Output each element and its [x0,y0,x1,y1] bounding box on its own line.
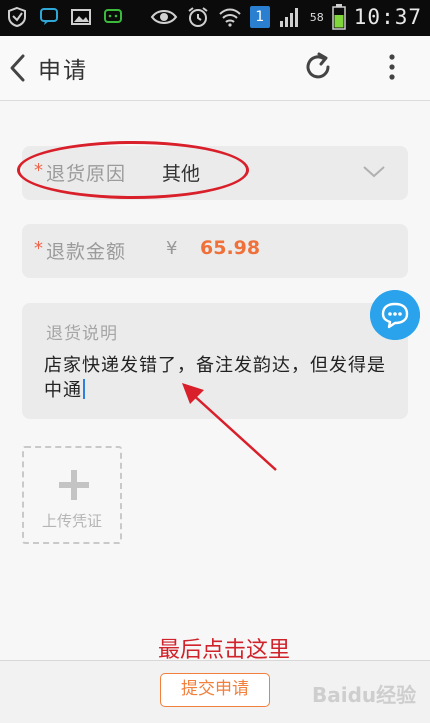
message-icon [104,9,122,23]
bottom-bar: 提交申请 Baidu经验 [0,660,430,723]
status-system-icons: 1 58 10:37 [150,4,422,30]
refund-amount-label: 退款金额 [46,241,127,263]
annotation-note: 最后点击这里 [158,638,291,662]
status-notification-icons [6,6,124,28]
text-cursor [83,379,85,399]
page-title: 申请 [38,58,88,84]
refund-amount-field: * 退款金额 ¥ 65.98 [22,224,408,278]
required-mark: * [34,238,43,259]
return-description-label: 退货说明 [46,324,118,344]
currency-symbol: ¥ [166,238,178,259]
shield-app-icon [8,6,26,28]
sim-badge-icon: 1 [249,6,270,28]
annotation-arrow [182,383,277,471]
app-bar: 申请 [0,36,430,101]
signal-icon [279,8,298,27]
refresh-button[interactable] [301,50,335,84]
annotation-highlight-ellipse [17,141,249,199]
upload-proof-label: 上传凭证 [41,512,102,530]
wifi-icon [219,8,241,27]
eye-icon [150,10,178,24]
status-bar: 1 58 10:37 [0,0,430,36]
battery-percent: 58 [309,10,324,24]
submit-application-button[interactable]: 提交申请 [160,673,270,707]
image-icon [71,9,91,25]
alarm-icon [188,7,208,27]
chat-bubble-button[interactable] [370,290,420,340]
back-button[interactable] [4,50,34,86]
watermark: Baidu经验 [312,683,417,707]
refund-amount-value: 65.98 [200,237,261,259]
more-options-button[interactable] [380,50,404,84]
chevron-down-icon [363,166,385,178]
plus-icon [59,470,89,500]
chat-app-icon [40,8,58,25]
upload-proof-button[interactable]: 上传凭证 [22,446,122,544]
battery-icon [332,4,346,30]
clock: 10:37 [353,5,422,29]
